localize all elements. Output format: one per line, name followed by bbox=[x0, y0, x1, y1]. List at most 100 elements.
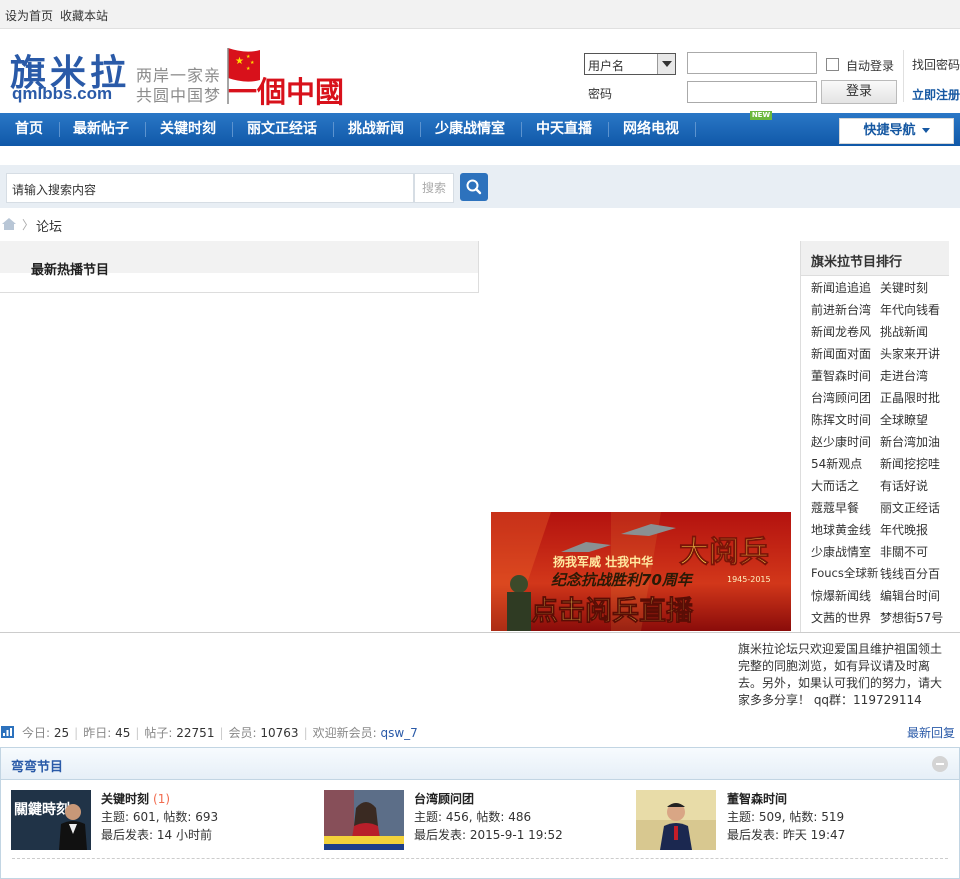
ranking-item[interactable]: 全球瞭望 bbox=[880, 411, 928, 428]
ranking-item[interactable]: Foucs全球新 bbox=[811, 565, 878, 581]
ranking-item[interactable]: 蔻蔻早餐 bbox=[811, 499, 859, 516]
search-button[interactable] bbox=[460, 173, 488, 201]
password-input[interactable] bbox=[687, 81, 817, 103]
nav-divider bbox=[333, 122, 334, 137]
search-type-button[interactable]: 搜索 bbox=[414, 173, 454, 203]
forum-last-post[interactable]: 最后发表: 昨天 19:47 bbox=[727, 826, 845, 843]
ranking-item[interactable]: 编辑台时间 bbox=[880, 587, 940, 604]
forum-last-post[interactable]: 最后发表: 2015-9-1 19:52 bbox=[414, 826, 563, 843]
ranking-item[interactable]: 钱线百分百 bbox=[880, 565, 940, 582]
slogan-line-2: 共圆中国梦 bbox=[136, 86, 222, 105]
search-input[interactable]: 请输入搜索内容 bbox=[6, 173, 414, 203]
stats-yesterday-value: 45 bbox=[115, 726, 131, 740]
latest-replies-link[interactable]: 最新回复 bbox=[907, 724, 955, 741]
program-ranking-panel: 旗米拉节目排行 新闻追追追 关键时刻 前进新台湾 年代向钱看 新闻龙卷风 挑战新… bbox=[800, 241, 960, 632]
nav-item-shaokang[interactable]: 少康战情室 bbox=[435, 113, 505, 146]
login-button[interactable]: 登录 bbox=[821, 80, 897, 104]
ranking-item[interactable]: 54新观点 bbox=[811, 455, 862, 472]
nav-item-key-moment[interactable]: 关键时刻 bbox=[160, 113, 216, 146]
ranking-item[interactable]: 前进新台湾 bbox=[811, 301, 871, 318]
set-homepage-link[interactable]: 设为首页 bbox=[5, 7, 53, 24]
ranking-item[interactable]: 文茜的世界 bbox=[811, 609, 871, 626]
ranking-item[interactable]: 新闻面对面 bbox=[811, 345, 871, 362]
stats-welcome-label: 欢迎新会员: bbox=[312, 726, 377, 740]
divider bbox=[903, 50, 904, 102]
forum-name[interactable]: 台湾顾问团 bbox=[414, 790, 474, 807]
ranking-item[interactable]: 地球黄金线 bbox=[811, 521, 871, 538]
ranking-item[interactable]: 新闻追追追 bbox=[811, 279, 871, 296]
forum-name[interactable]: 关键时刻 (1) bbox=[101, 790, 170, 807]
top-bar: 设为首页 收藏本站 bbox=[0, 0, 960, 29]
ranking-item[interactable]: 有话好说 bbox=[880, 477, 928, 494]
ranking-item[interactable]: 新闻挖挖哇 bbox=[880, 455, 940, 472]
ranking-item[interactable]: 头家来开讲 bbox=[880, 345, 940, 362]
ranking-item[interactable]: 少康战情室 bbox=[811, 543, 871, 560]
one-china-banner-text: 一個中國 bbox=[228, 75, 344, 106]
forum-thumbnail[interactable] bbox=[324, 790, 404, 850]
ranking-item[interactable]: 走进台湾 bbox=[880, 367, 928, 384]
ranking-item[interactable]: 陈挥文时间 bbox=[811, 411, 871, 428]
username-input[interactable] bbox=[687, 52, 817, 74]
caret-down-icon bbox=[921, 128, 930, 133]
ranking-item[interactable]: 梦想街57号 bbox=[880, 609, 943, 626]
parade-banner-title: 大阅兵 bbox=[679, 535, 769, 570]
register-link[interactable]: 立即注册 bbox=[912, 86, 960, 103]
stats-posts-value: 22751 bbox=[176, 726, 215, 740]
site-logo-url[interactable]: qmlbbs.com bbox=[12, 84, 112, 104]
login-type-select[interactable]: 用户名 bbox=[584, 53, 676, 75]
ranking-item[interactable]: 新台湾加油 bbox=[880, 433, 940, 450]
nav-item-home[interactable]: 首页 bbox=[15, 113, 43, 146]
forum-name[interactable]: 董智森时间 bbox=[727, 790, 787, 807]
home-icon[interactable] bbox=[1, 217, 17, 231]
forgot-password-link[interactable]: 找回密码 bbox=[912, 56, 960, 73]
nav-item-ctv-live[interactable]: 中天直播 bbox=[536, 113, 592, 146]
ranking-item[interactable]: 台湾顾问团 bbox=[811, 389, 871, 406]
ranking-item[interactable]: 年代晚报 bbox=[880, 521, 928, 538]
collapse-icon[interactable] bbox=[932, 756, 948, 772]
ranking-item[interactable]: 丽文正经话 bbox=[880, 499, 940, 516]
nav-item-latest-posts[interactable]: 最新帖子 bbox=[73, 113, 129, 146]
parade-banner-bottom-text: 点击阅兵直播 bbox=[531, 596, 694, 627]
ranking-item[interactable]: 大而话之 bbox=[811, 477, 859, 494]
quick-nav-button[interactable]: 快捷导航 bbox=[839, 118, 954, 144]
svg-text:★: ★ bbox=[235, 56, 244, 67]
stats-posts-label: 帖子: bbox=[144, 726, 173, 740]
stats-chart-icon bbox=[1, 726, 14, 738]
password-label: 密码 bbox=[588, 87, 613, 101]
ranking-item[interactable]: 惊爆新闻线 bbox=[811, 587, 871, 604]
nav-item-web-tv[interactable]: 网络电视 bbox=[623, 113, 679, 146]
forum-today-count: (1) bbox=[153, 792, 171, 806]
chevron-down-icon[interactable] bbox=[657, 54, 675, 74]
breadcrumb-current[interactable]: 论坛 bbox=[36, 216, 62, 235]
forum-section-title[interactable]: 弯弯节目 bbox=[11, 756, 63, 775]
stats-yesterday-label: 昨日: bbox=[83, 726, 112, 740]
nav-divider bbox=[695, 122, 696, 137]
ranking-item[interactable]: 新闻龙卷风 bbox=[811, 323, 871, 340]
forum-last-post[interactable]: 最后发表: 14 小时前 bbox=[101, 826, 212, 843]
breadcrumb-separator: 〉 bbox=[22, 218, 35, 232]
military-parade-banner[interactable]: 扬我军威 壮我中华 纪念抗战胜利70周年 大阅兵 1945-2015 点击阅兵直… bbox=[491, 512, 791, 631]
ranking-item[interactable]: 非關不可 bbox=[880, 543, 928, 560]
svg-text:★: ★ bbox=[246, 66, 251, 72]
ranking-item[interactable]: 赵少康时间 bbox=[811, 433, 871, 450]
nav-item-liwen[interactable]: 丽文正经话 bbox=[247, 113, 317, 146]
forum-section-header: 弯弯节目 bbox=[1, 748, 959, 780]
nav-divider bbox=[232, 122, 233, 137]
stats-members-label: 会员: bbox=[228, 726, 257, 740]
quick-nav-label: 快捷导航 bbox=[863, 123, 916, 138]
forum-name-text: 关键时刻 bbox=[101, 792, 150, 806]
auto-login-checkbox[interactable] bbox=[826, 58, 839, 71]
parade-banner-line-1: 扬我军威 壮我中华 bbox=[553, 554, 653, 569]
newest-member-link[interactable]: qsw_7 bbox=[381, 726, 418, 740]
one-china-flag-banner: ★ ★ ★ ★ 一個中國 bbox=[227, 48, 344, 106]
ranking-item[interactable]: 正晶限时批 bbox=[880, 389, 940, 406]
ranking-item[interactable]: 年代向钱看 bbox=[880, 301, 940, 318]
forum-thumbnail[interactable] bbox=[636, 790, 716, 850]
ranking-item[interactable]: 董智森时间 bbox=[811, 367, 871, 384]
ranking-item[interactable]: 关键时刻 bbox=[880, 279, 928, 296]
nav-item-challenge-news[interactable]: 挑战新闻 bbox=[348, 113, 404, 146]
svg-text:★: ★ bbox=[250, 60, 255, 66]
bookmark-link[interactable]: 收藏本站 bbox=[60, 7, 108, 24]
ranking-item[interactable]: 挑战新闻 bbox=[880, 323, 928, 340]
forum-thumbnail[interactable]: 關鍵時刻 bbox=[11, 790, 91, 850]
